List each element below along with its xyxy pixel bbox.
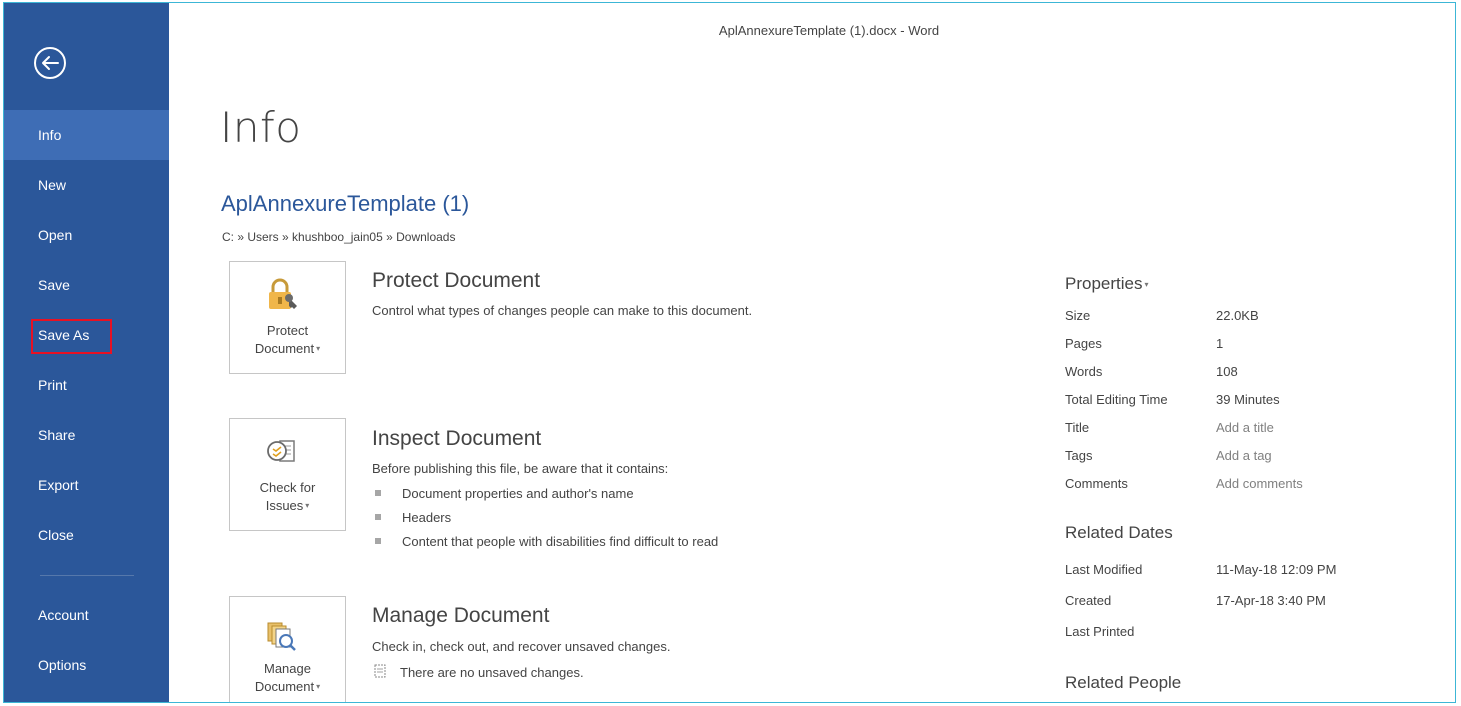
prop-label-tags: Tags bbox=[1065, 448, 1093, 463]
word-backstage-window: Info New Open Save Save As Print Share E… bbox=[3, 2, 1456, 703]
sidebar-item-account[interactable]: Account bbox=[4, 590, 169, 640]
dropdown-caret-icon: ▾ bbox=[1144, 280, 1149, 289]
prop-label-title: Title bbox=[1065, 420, 1090, 435]
prop-value-editing-time: 39 Minutes bbox=[1216, 392, 1280, 407]
sidebar-item-export[interactable]: Export bbox=[4, 460, 169, 510]
inspect-bullet-item: Headers bbox=[372, 510, 451, 525]
sidebar-item-open[interactable]: Open bbox=[4, 210, 169, 260]
check-tile-line2: Issues ▾ bbox=[265, 498, 310, 513]
save-as-highlight-box bbox=[31, 319, 112, 354]
inspect-bullet-item: Content that people with disabilities fi… bbox=[372, 534, 718, 549]
page-title: Info bbox=[220, 103, 302, 152]
backstage-sidebar: Info New Open Save Save As Print Share E… bbox=[4, 3, 169, 702]
related-dates-header: Related Dates bbox=[1065, 523, 1173, 542]
manage-tile-line1: Manage bbox=[264, 661, 311, 676]
manage-document-title: Manage Document bbox=[372, 604, 550, 627]
prop-label-last-printed: Last Printed bbox=[1065, 624, 1135, 639]
protect-document-desc: Control what types of changes people can… bbox=[372, 303, 753, 318]
protect-document-button[interactable]: Protect Document ▾ bbox=[229, 261, 346, 374]
bullet-square-icon bbox=[375, 490, 381, 496]
inspect-document-desc: Before publishing this file, be aware th… bbox=[372, 461, 669, 476]
prop-label-created: Created bbox=[1065, 593, 1112, 608]
sidebar-item-close[interactable]: Close bbox=[4, 510, 169, 560]
back-arrow-circle-icon bbox=[34, 47, 66, 79]
dropdown-caret-icon: ▾ bbox=[305, 501, 310, 510]
protect-document-title: Protect Document bbox=[372, 269, 541, 292]
sidebar-divider bbox=[40, 575, 134, 576]
check-for-issues-button[interactable]: Check for Issues ▾ bbox=[229, 418, 346, 531]
check-tile-line1: Check for bbox=[259, 480, 316, 495]
dropdown-caret-icon: ▾ bbox=[316, 344, 321, 353]
manage-document-button[interactable]: Manage Document ▾ bbox=[229, 596, 346, 702]
lock-key-icon bbox=[269, 278, 297, 309]
bullet-square-icon bbox=[375, 538, 381, 544]
prop-value-words: 108 bbox=[1216, 364, 1238, 379]
inspect-bullet-item: Document properties and author's name bbox=[372, 486, 634, 501]
sidebar-item-options[interactable]: Options bbox=[4, 640, 169, 690]
inspect-document-icon bbox=[267, 440, 295, 462]
prop-value-pages: 1 bbox=[1216, 336, 1224, 351]
sidebar-item-share[interactable]: Share bbox=[4, 410, 169, 460]
comments-field[interactable]: Add comments bbox=[1216, 476, 1303, 491]
protect-tile-line1: Protect bbox=[266, 323, 309, 338]
sidebar-item-info[interactable]: Info bbox=[4, 110, 169, 160]
unsaved-changes-status: There are no unsaved changes. bbox=[372, 664, 584, 680]
manage-document-icon bbox=[267, 622, 296, 651]
manage-tile-line2: Document ▾ bbox=[254, 679, 321, 694]
inspect-document-title: Inspect Document bbox=[372, 427, 542, 450]
prop-label-size: Size bbox=[1065, 308, 1091, 323]
protect-tile-line2: Document ▾ bbox=[254, 341, 321, 356]
window-title: AplAnnexureTemplate (1).docx - Word bbox=[718, 23, 940, 38]
prop-value-size: 22.0KB bbox=[1216, 308, 1259, 323]
prop-label-pages: Pages bbox=[1065, 336, 1102, 351]
bullet-square-icon bbox=[375, 514, 381, 520]
title-field[interactable]: Add a title bbox=[1216, 420, 1274, 435]
document-path[interactable]: C: » Users » khushboo_jain05 » Downloads bbox=[222, 230, 455, 244]
prop-label-editing-time: Total Editing Time bbox=[1065, 392, 1168, 407]
manage-document-desc: Check in, check out, and recover unsaved… bbox=[372, 639, 671, 654]
sidebar-item-save[interactable]: Save bbox=[4, 260, 169, 310]
sidebar-item-print[interactable]: Print bbox=[4, 360, 169, 410]
related-people-header: Related People bbox=[1065, 673, 1182, 692]
prop-value-created: 17-Apr-18 3:40 PM bbox=[1216, 593, 1326, 608]
document-name: AplAnnexureTemplate (1) bbox=[221, 191, 470, 216]
properties-header[interactable]: Properties ▾ bbox=[1065, 274, 1149, 294]
sidebar-item-new[interactable]: New bbox=[4, 160, 169, 210]
tags-field[interactable]: Add a tag bbox=[1216, 448, 1272, 463]
back-button[interactable] bbox=[33, 46, 67, 80]
document-version-icon bbox=[374, 664, 386, 678]
prop-label-last-modified: Last Modified bbox=[1065, 562, 1143, 577]
prop-label-comments: Comments bbox=[1065, 476, 1128, 491]
prop-value-last-modified: 11-May-18 12:09 PM bbox=[1216, 562, 1337, 577]
prop-label-words: Words bbox=[1065, 364, 1103, 379]
dropdown-caret-icon: ▾ bbox=[316, 682, 321, 691]
